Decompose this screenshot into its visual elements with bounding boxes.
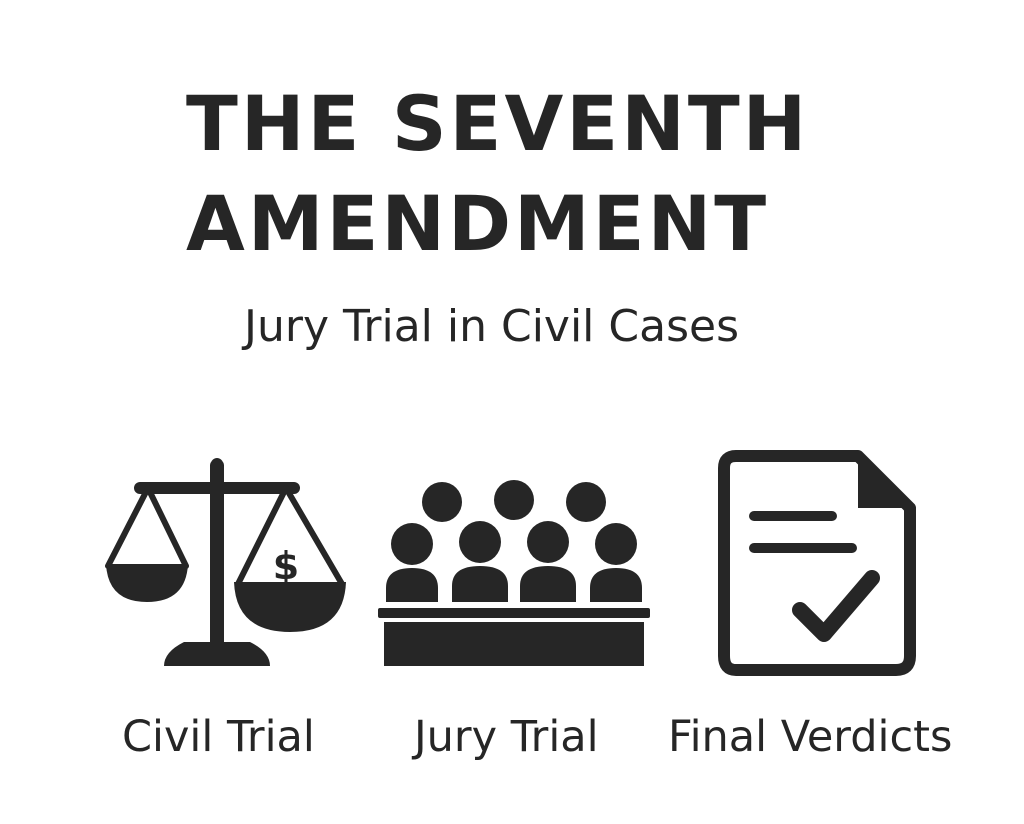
jury-box-icon: [376, 474, 652, 670]
caption-final-verdicts: Final Verdicts: [668, 712, 953, 762]
subtitle: Jury Trial in Civil Cases: [244, 301, 739, 352]
caption-jury-trial: Jury Trial: [414, 712, 599, 762]
document-checkmark-icon: [718, 450, 916, 678]
title-line-2: AMENDMENT: [186, 179, 770, 268]
title-line-1: THE SEVENTH: [186, 79, 810, 168]
dollar-sign-icon: $: [273, 544, 299, 588]
scales-of-justice-icon: $: [100, 454, 350, 674]
caption-civil-trial: Civil Trial: [122, 712, 315, 762]
